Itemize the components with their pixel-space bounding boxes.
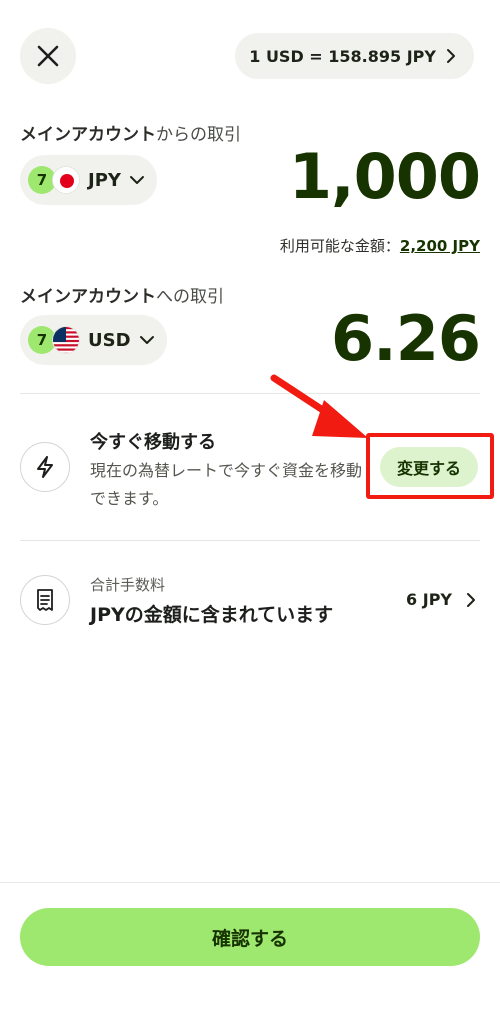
to-account-name: メインアカウント [20, 287, 156, 307]
close-button[interactable] [20, 28, 76, 84]
from-amount-input[interactable]: 1,000 [289, 140, 481, 213]
from-label-suffix: からの取引 [156, 125, 241, 145]
chevron-right-icon[interactable] [466, 592, 476, 608]
to-section-label: メインアカウントへの取引 [20, 282, 224, 307]
exchange-rate-button[interactable]: 1 USD = 158.895 JPY [235, 33, 474, 79]
transfer-speed-description: 現在の為替レートで今すぐ資金を移動できます。 [90, 461, 363, 508]
transfer-speed-title: 今すぐ移動する [90, 432, 216, 453]
red-highlight-annotation [366, 433, 494, 499]
japan-flag-icon [52, 166, 80, 194]
exchange-rate-text: 1 USD = 158.895 JPY [249, 46, 436, 66]
divider [20, 393, 480, 394]
confirm-button[interactable]: 確認する [20, 908, 480, 966]
to-currency-code: USD [88, 329, 131, 351]
available-balance: 利用可能な金額：2,200 JPY [280, 235, 480, 256]
chevron-down-icon [139, 336, 154, 344]
fee-title: JPYの金額に含まれています [90, 604, 334, 626]
fee-value-button[interactable]: 6 JPY [406, 590, 452, 609]
footer-divider [0, 882, 500, 883]
fee-subtitle: 合計手数料 [90, 576, 166, 594]
available-balance-link[interactable]: 2,200 JPY [400, 237, 480, 255]
divider [20, 540, 480, 541]
chevron-right-icon [447, 49, 455, 63]
chevron-down-icon [129, 176, 144, 184]
from-account-name: メインアカウント [20, 125, 156, 145]
close-icon [37, 45, 59, 67]
to-currency-selector[interactable]: 7 USD [20, 315, 167, 365]
lightning-icon [37, 456, 53, 478]
available-label: 利用可能な金額： [279, 237, 400, 255]
receipt-icon [37, 589, 53, 611]
to-amount-input[interactable]: 6.26 [331, 302, 481, 375]
from-currency-selector[interactable]: 7 JPY [20, 155, 157, 205]
from-section-label: メインアカウントからの取引 [20, 120, 241, 145]
lightning-icon-circle [20, 442, 70, 492]
receipt-icon-circle [20, 575, 70, 625]
to-label-suffix: への取引 [156, 287, 224, 307]
red-arrow-annotation [270, 374, 368, 438]
usa-flag-icon [52, 326, 80, 354]
from-currency-code: JPY [88, 169, 121, 191]
